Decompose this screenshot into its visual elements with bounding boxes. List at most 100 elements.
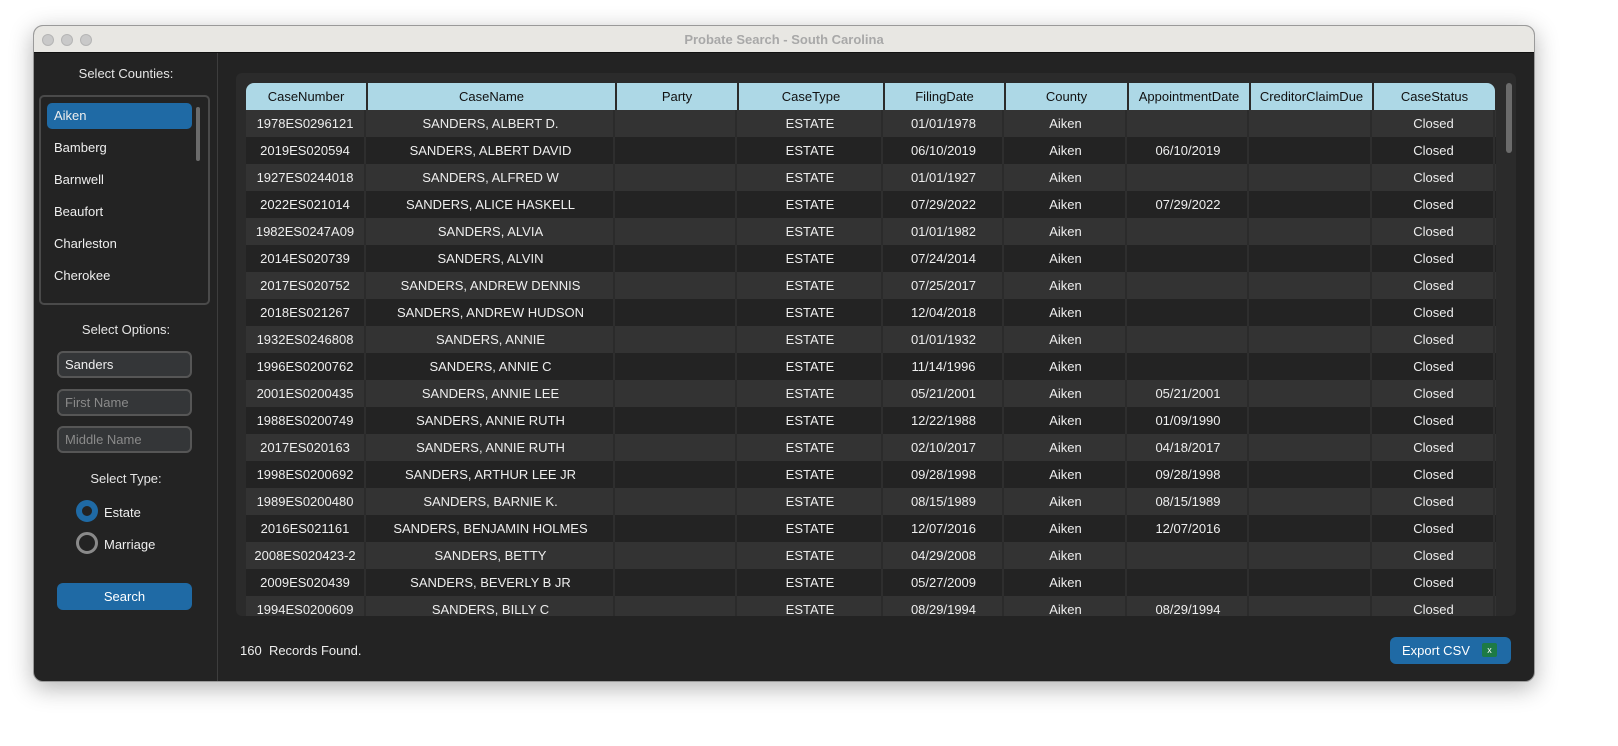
cell-county: Aiken	[1006, 461, 1127, 488]
table-row[interactable]: 1978ES0296121 SANDERS, ALBERT D. ESTATE 01/…	[246, 110, 1496, 137]
cell-appointment-date	[1129, 569, 1249, 596]
sidebar: Select Counties: Aiken Bamberg Barnwell …	[34, 53, 218, 681]
cell-case-status: Closed	[1374, 596, 1495, 616]
cell-filing-date: 12/04/2018	[885, 299, 1004, 326]
table-row[interactable]: 2001ES0200435 SANDERS, ANNIE LEE ESTATE 05/…	[246, 380, 1496, 407]
cell-case-name: SANDERS, ALVIN	[368, 245, 615, 272]
cell-case-type: ESTATE	[739, 218, 883, 245]
table-row[interactable]: 2016ES021161 SANDERS, BENJAMIN HOLMES ESTA…	[246, 515, 1496, 542]
county-listbox[interactable]: Aiken Bamberg Barnwell Beaufort Charlest…	[39, 95, 210, 305]
table-row[interactable]: 1998ES0200692 SANDERS, ARTHUR LEE JR ESTAT…	[246, 461, 1496, 488]
cell-county: Aiken	[1006, 569, 1127, 596]
county-item[interactable]: Charleston	[47, 231, 192, 257]
estate-radio[interactable]	[76, 500, 98, 522]
cell-case-type: ESTATE	[739, 137, 883, 164]
last-name-input[interactable]	[57, 351, 192, 378]
cell-case-name: SANDERS, ALVIA	[368, 218, 615, 245]
options-label: Select Options:	[81, 322, 171, 337]
cell-county: Aiken	[1006, 272, 1127, 299]
cell-county: Aiken	[1006, 164, 1127, 191]
marriage-radio-label[interactable]: Marriage	[104, 537, 155, 552]
table-row[interactable]: 2014ES020739 SANDERS, ALVIN ESTATE 07/24/20…	[246, 245, 1496, 272]
table-row[interactable]: 2009ES020439 SANDERS, BEVERLY B JR ESTATE 0…	[246, 569, 1496, 596]
records-found: 160 Records Found.	[240, 643, 361, 658]
column-header-creditor-claim-due[interactable]: CreditorClaimDue	[1251, 83, 1372, 110]
cell-filing-date: 07/24/2014	[885, 245, 1004, 272]
cell-case-name: SANDERS, ALICE HASKELL	[368, 191, 615, 218]
table-row[interactable]: 2008ES020423-2 SANDERS, BETTY ESTATE 04/29/…	[246, 542, 1496, 569]
cell-case-status: Closed	[1374, 326, 1495, 353]
cell-case-number: 2017ES020163	[246, 434, 366, 461]
search-button[interactable]: Search	[57, 583, 192, 610]
county-item[interactable]: Barnwell	[47, 167, 192, 193]
cell-creditor-claim-due	[1251, 542, 1372, 569]
table-row[interactable]: 1932ES0246808 SANDERS, ANNIE ESTATE 01/01/1…	[246, 326, 1496, 353]
table-row[interactable]: 2018ES021267 SANDERS, ANDREW HUDSON ESTATE…	[246, 299, 1496, 326]
cell-case-number: 1998ES0200692	[246, 461, 366, 488]
first-name-input[interactable]	[57, 389, 192, 416]
column-header-county[interactable]: County	[1006, 83, 1127, 110]
cell-appointment-date: 01/09/1990	[1129, 407, 1249, 434]
table-row[interactable]: 1989ES0200480 SANDERS, BARNIE K. ESTATE 08/…	[246, 488, 1496, 515]
cell-party	[617, 326, 737, 353]
column-header-filing-date[interactable]: FilingDate	[885, 83, 1004, 110]
county-item[interactable]: Beaufort	[47, 199, 192, 225]
results-table: CaseNumber CaseName Party CaseType FilingDat…	[236, 73, 1516, 616]
cell-appointment-date: 12/07/2016	[1129, 515, 1249, 542]
cell-party	[617, 380, 737, 407]
cell-creditor-claim-due	[1251, 353, 1372, 380]
cell-filing-date: 07/25/2017	[885, 272, 1004, 299]
cell-creditor-claim-due	[1251, 299, 1372, 326]
table-scrollbar[interactable]	[1506, 83, 1512, 153]
column-header-case-name[interactable]: CaseName	[368, 83, 615, 110]
table-row[interactable]: 2017ES020752 SANDERS, ANDREW DENNIS ESTATE…	[246, 272, 1496, 299]
county-item[interactable]: Bamberg	[47, 135, 192, 161]
cell-case-number: 1988ES0200749	[246, 407, 366, 434]
table-row[interactable]: 1988ES0200749 SANDERS, ANNIE RUTH ESTATE 12…	[246, 407, 1496, 434]
cell-case-name: SANDERS, ALBERT DAVID	[368, 137, 615, 164]
estate-radio-label[interactable]: Estate	[104, 505, 141, 520]
export-csv-button[interactable]: Export CSV x	[1390, 637, 1511, 664]
column-header-party[interactable]: Party	[617, 83, 737, 110]
listbox-scrollbar[interactable]	[196, 107, 200, 161]
cell-appointment-date	[1129, 218, 1249, 245]
cell-creditor-claim-due	[1251, 380, 1372, 407]
cell-appointment-date: 06/10/2019	[1129, 137, 1249, 164]
cell-filing-date: 05/27/2009	[885, 569, 1004, 596]
cell-case-status: Closed	[1374, 353, 1495, 380]
cell-case-name: SANDERS, ALFRED W	[368, 164, 615, 191]
marriage-radio[interactable]	[76, 532, 98, 554]
cell-case-type: ESTATE	[739, 353, 883, 380]
cell-case-status: Closed	[1374, 218, 1495, 245]
table-row[interactable]: 1927ES0244018 SANDERS, ALFRED W ESTATE 01/0…	[246, 164, 1496, 191]
cell-filing-date: 01/01/1982	[885, 218, 1004, 245]
cell-case-name: SANDERS, ANNIE C	[368, 353, 615, 380]
cell-case-number: 1932ES0246808	[246, 326, 366, 353]
column-header-case-type[interactable]: CaseType	[739, 83, 883, 110]
table-row[interactable]: 2017ES020163 SANDERS, ANNIE RUTH ESTATE 02/…	[246, 434, 1496, 461]
column-header-appointment-date[interactable]: AppointmentDate	[1129, 83, 1249, 110]
cell-creditor-claim-due	[1251, 569, 1372, 596]
cell-filing-date: 02/10/2017	[885, 434, 1004, 461]
column-header-case-status[interactable]: CaseStatus	[1374, 83, 1495, 110]
table-row[interactable]: 1994ES0200609 SANDERS, BILLY C ESTATE 08/29…	[246, 596, 1496, 616]
cell-creditor-claim-due	[1251, 272, 1372, 299]
column-header-case-number[interactable]: CaseNumber	[246, 83, 366, 110]
cell-county: Aiken	[1006, 407, 1127, 434]
cell-appointment-date	[1129, 110, 1249, 137]
table-row[interactable]: 1982ES0247A09 SANDERS, ALVIA ESTATE 01/01/1…	[246, 218, 1496, 245]
table-row[interactable]: 2022ES021014 SANDERS, ALICE HASKELL ESTATE…	[246, 191, 1496, 218]
cell-case-status: Closed	[1374, 164, 1495, 191]
county-item[interactable]: Cherokee	[47, 263, 192, 289]
table-row[interactable]: 1996ES0200762 SANDERS, ANNIE C ESTATE 11/14…	[246, 353, 1496, 380]
record-count: 160	[240, 643, 262, 658]
cell-case-status: Closed	[1374, 245, 1495, 272]
cell-party	[617, 542, 737, 569]
title-bar: Probate Search - South Carolina	[34, 26, 1534, 53]
cell-case-number: 1927ES0244018	[246, 164, 366, 191]
cell-appointment-date: 08/15/1989	[1129, 488, 1249, 515]
middle-name-input[interactable]	[57, 426, 192, 453]
table-row[interactable]: 2019ES020594 SANDERS, ALBERT DAVID ESTATE 0…	[246, 137, 1496, 164]
cell-creditor-claim-due	[1251, 164, 1372, 191]
county-item[interactable]: Aiken	[47, 103, 192, 129]
